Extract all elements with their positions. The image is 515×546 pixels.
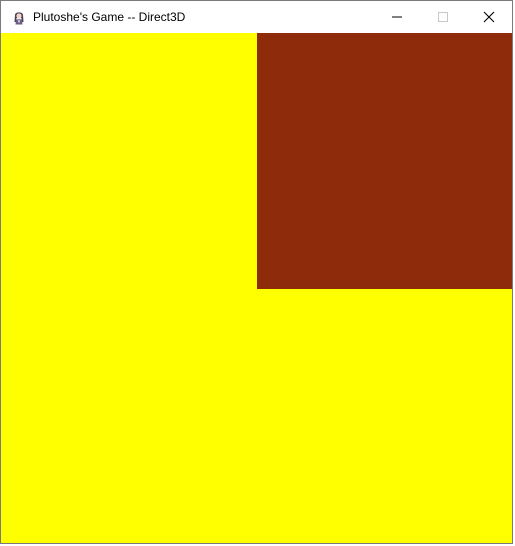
window-controls	[374, 1, 512, 32]
maximize-icon	[438, 11, 448, 22]
game-window: Plutoshe's Game -- Direct3D	[0, 0, 513, 544]
direct3d-render-area[interactable]	[1, 33, 512, 543]
minimize-button[interactable]	[374, 1, 420, 32]
close-button[interactable]	[466, 1, 512, 32]
character-avatar-icon	[11, 9, 27, 25]
brown-rectangle	[257, 33, 512, 289]
title-bar[interactable]: Plutoshe's Game -- Direct3D	[1, 1, 512, 32]
maximize-button	[420, 1, 466, 32]
window-title: Plutoshe's Game -- Direct3D	[33, 9, 186, 24]
close-icon	[483, 11, 495, 22]
minimize-icon	[392, 16, 402, 17]
